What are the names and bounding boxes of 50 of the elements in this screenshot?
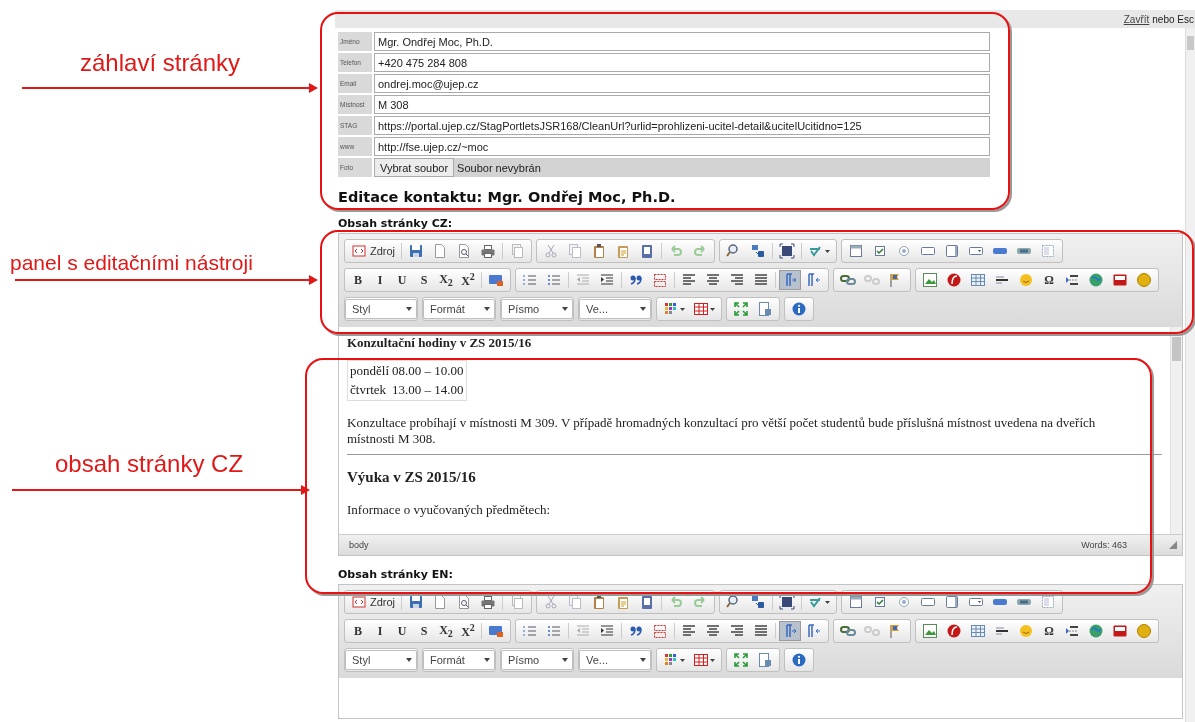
input-field[interactable]: Mgr. Ondřej Moc, Ph.D. [374, 32, 990, 51]
toolbar-button[interactable]: B [348, 270, 368, 290]
input-field[interactable]: ondrej.moc@ujep.cz [374, 74, 990, 93]
table-cell-text: čtvrtek [349, 381, 388, 399]
toolbar-button[interactable]: U [392, 270, 412, 290]
choose-file-button[interactable]: Vybrat soubor [374, 158, 455, 177]
toolbar-dropdown[interactable]: Formát [423, 299, 495, 319]
toolbar-button[interactable]: U [392, 621, 412, 641]
toolbar-button[interactable]: X$_{2}$ [436, 270, 456, 290]
toolbar-dropdown[interactable]: Styl [345, 299, 417, 319]
toolbar-button[interactable]: X$_{2}$ [436, 621, 456, 641]
annotation-label: záhlaví stránky [80, 49, 241, 77]
toolbar-button[interactable]: X$^{2}$ [458, 621, 478, 641]
toolbar-button[interactable]: X$^{2}$ [458, 270, 478, 290]
editor-title: Obsah stránky EN: [338, 568, 454, 581]
input-field[interactable]: +420 475 284 808 [374, 53, 990, 72]
toolbar-button[interactable]: Zdroj [348, 241, 399, 261]
toolbar-dropdown[interactable]: Styl [345, 650, 417, 670]
toolbar-dropdown[interactable]: Písmo [501, 299, 573, 319]
toolbar-button[interactable]: B [348, 621, 368, 641]
toolbar-button[interactable]: Ω [1039, 621, 1059, 641]
toolbar-button[interactable]: Ω [1039, 270, 1059, 290]
content-heading: Výuka v ZS 2015/16 [347, 469, 477, 487]
close-link[interactable]: Zavřít [1123, 13, 1150, 25]
editor-title: Obsah stránky CZ: [338, 217, 454, 230]
table-cell: 08.00 – 10.00 [391, 362, 465, 380]
input-field[interactable]: M 308 [374, 95, 990, 114]
toolbar-dropdown[interactable]: Písmo [501, 650, 573, 670]
annotation-label: panel s editačními nástroji [10, 251, 253, 275]
content-paragraph: Informace o vyučovaných předmětech: [347, 502, 552, 518]
page-heading: Editace kontaktu: Mgr. Ondřej Moc, Ph.D. [338, 189, 677, 205]
input-field[interactable]: http://fse.ujep.cz/~moc [374, 137, 990, 156]
toolbar-button[interactable]: Zdroj [348, 592, 399, 612]
table-cell: 13.00 – 14.00 [391, 381, 465, 399]
toolbar-dropdown[interactable]: Ve... [579, 650, 651, 670]
close-hint: nebo Esc [1152, 13, 1194, 25]
toolbar-button[interactable]: S [414, 621, 434, 641]
content-heading: Konzultační hodiny v ZS 2015/16 [347, 336, 533, 350]
toolbar-dropdown[interactable]: Ve... [579, 299, 651, 319]
toolbar-dropdown[interactable]: Formát [423, 650, 495, 670]
table-cell: pondělí [349, 362, 390, 380]
toolbar-button[interactable]: I [370, 270, 390, 290]
toolbar-button[interactable]: S [414, 270, 434, 290]
toolbar-button[interactable]: I [370, 621, 390, 641]
input-field[interactable]: https://portal.ujep.cz/StagPortletsJSR168/CleanUrl?urlid=prohlizeni-ucitel-detail&ucitelUcitidno=125 [374, 116, 990, 135]
content-paragraph: Konzultace probíhají v místnosti M 309. V případě hromadných konzultací pro větší počet studentů bude příslušná místnost uvedena na dveřích místnosti M 308. [347, 415, 1097, 447]
element-path: body [349, 540, 369, 550]
file-status: Soubor nevybrán [457, 161, 541, 174]
annotation-label: obsah stránky CZ [55, 450, 244, 478]
word-count: Words: 463 [1081, 540, 1127, 550]
